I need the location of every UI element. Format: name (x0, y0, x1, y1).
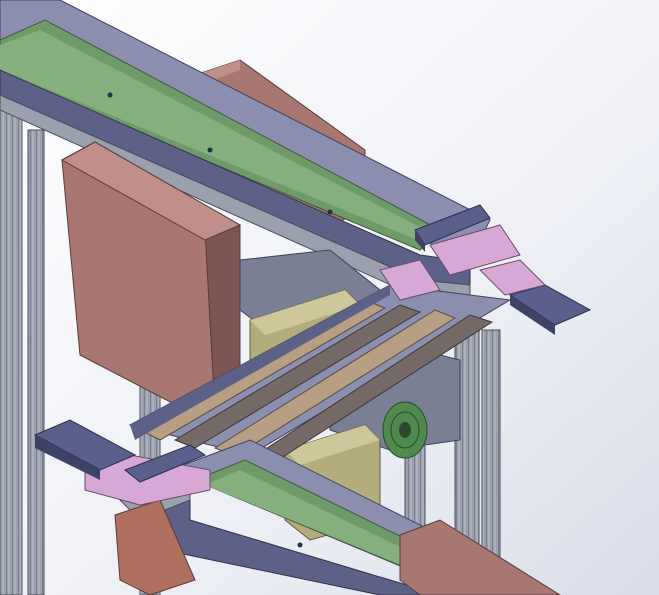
fan-icon (382, 401, 428, 459)
cad-viewport[interactable] (0, 0, 659, 595)
cad-render (0, 0, 659, 595)
